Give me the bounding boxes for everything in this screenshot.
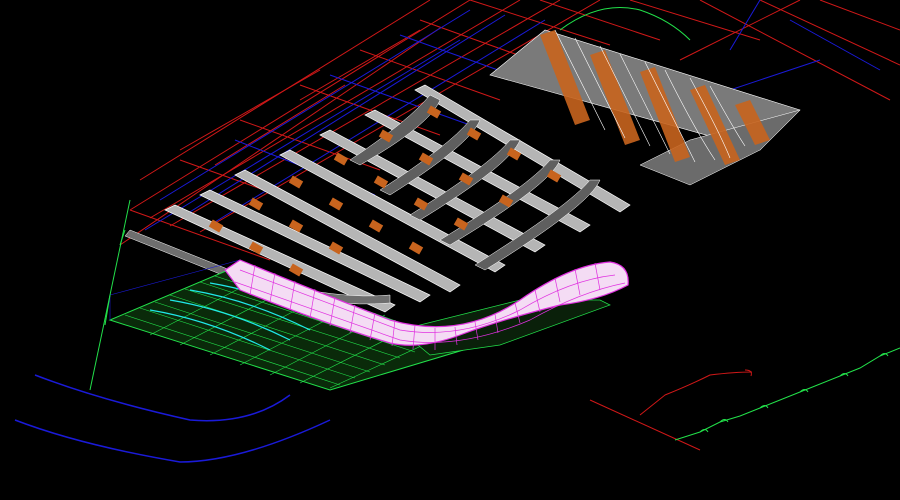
3d-scene-canvas[interactable] [0, 0, 900, 500]
ground-outline [14, 374, 331, 463]
cad-viewport[interactable] [0, 0, 900, 500]
beam-grid [124, 84, 631, 313]
axis-lines [89, 199, 131, 391]
terrain-profile [639, 347, 900, 441]
